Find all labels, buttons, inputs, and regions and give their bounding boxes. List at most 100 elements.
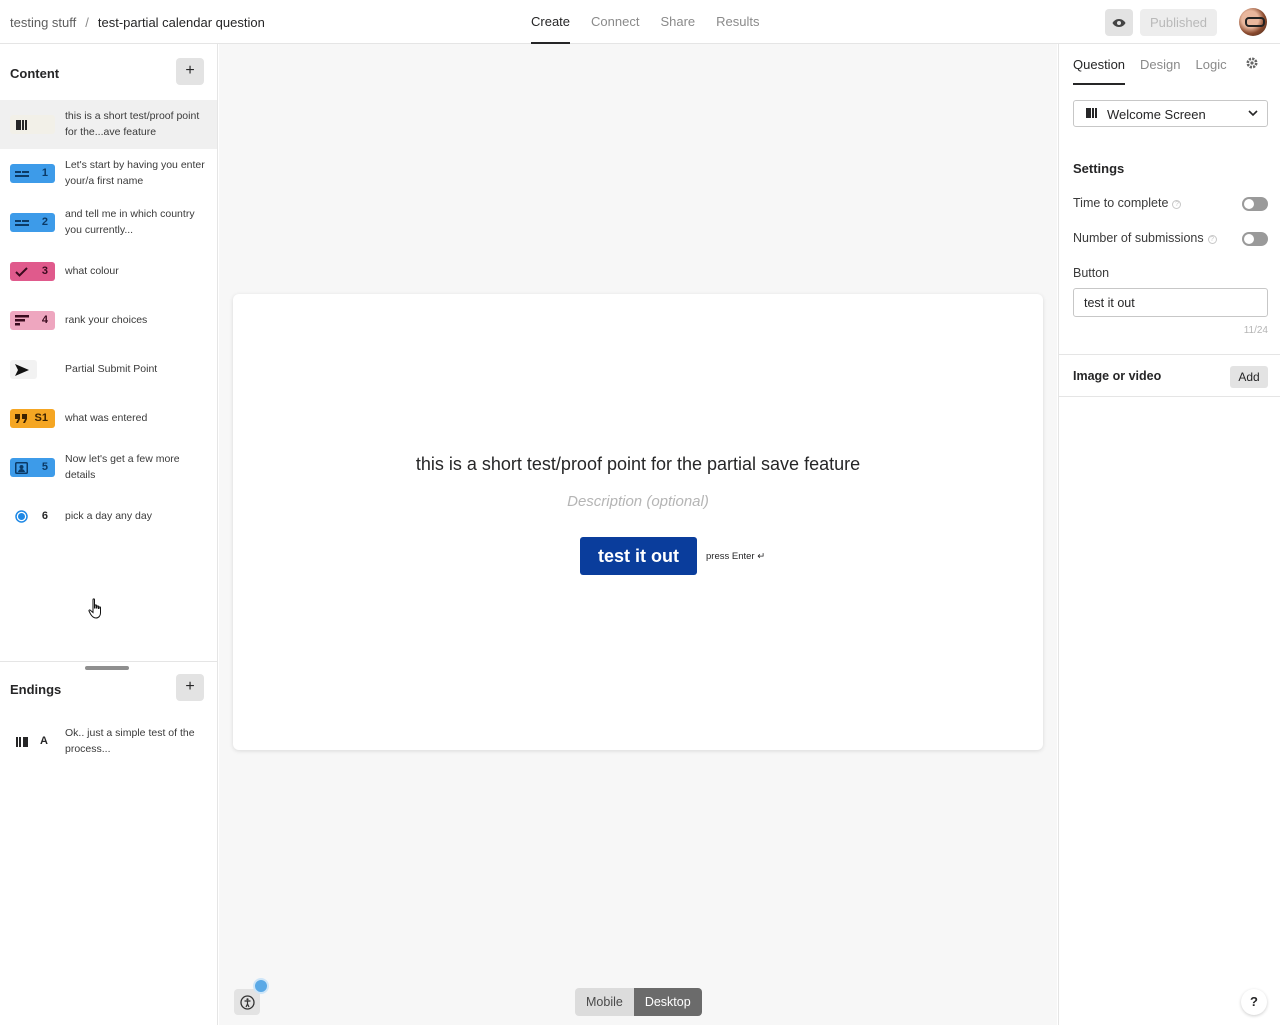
item-badge: [10, 115, 55, 134]
image-or-video-label: Image or video: [1073, 369, 1162, 383]
number-of-submissions-setting: Number of submissions?: [1073, 229, 1268, 249]
add-content-button[interactable]: +: [176, 58, 204, 85]
welcome-screen-icon: [16, 119, 27, 130]
endings-title: Endings: [10, 682, 62, 697]
item-number: A: [40, 735, 48, 747]
item-label: this is a short test/proof point for the…: [65, 110, 200, 138]
item-number: 4: [41, 314, 48, 326]
endings-section-header: Endings +: [0, 674, 218, 704]
start-button[interactable]: test it out: [580, 537, 697, 575]
avatar[interactable]: [1239, 8, 1267, 36]
tab-results[interactable]: Results: [716, 0, 759, 44]
welcome-description[interactable]: Description (optional): [233, 493, 1043, 510]
item-badge: 1: [10, 164, 55, 183]
breadcrumb-separator: /: [85, 15, 89, 30]
item-badge: 4: [10, 311, 55, 330]
item-badge: S1: [10, 409, 55, 428]
tab-connect[interactable]: Connect: [591, 0, 639, 44]
help-button[interactable]: ?: [1241, 989, 1267, 1015]
quote-icon: [15, 414, 27, 423]
tab-share[interactable]: Share: [660, 0, 695, 44]
chevron-down-icon: [1248, 110, 1258, 117]
panel-divider: [1059, 354, 1280, 355]
item-number: 1: [41, 167, 48, 179]
item-badge: 5: [10, 458, 55, 477]
time-to-complete-toggle[interactable]: [1242, 197, 1268, 211]
breadcrumb-workspace[interactable]: testing stuff: [10, 15, 76, 30]
form-preview-canvas: this is a short test/proof point for the…: [219, 44, 1057, 1025]
item-label: what was entered: [65, 412, 148, 424]
panel-divider: [1059, 396, 1280, 397]
tab-create[interactable]: Create: [531, 0, 570, 44]
ending-screen-icon: [16, 736, 28, 747]
item-badge: 6: [10, 507, 55, 526]
welcome-title[interactable]: this is a short test/proof point for the…: [233, 454, 1043, 475]
settings-heading: Settings: [1073, 161, 1125, 176]
content-item-s1[interactable]: S1 what was entered: [0, 394, 217, 443]
add-media-button[interactable]: Add: [1230, 366, 1268, 388]
content-item-2[interactable]: 2 and tell me in which country you curre…: [0, 198, 217, 247]
content-item-partial-submit[interactable]: Partial Submit Point: [0, 345, 217, 394]
press-enter-hint: press Enter ↵: [706, 551, 766, 562]
main-nav-tabs: Create Connect Share Results: [531, 0, 781, 44]
content-item-5[interactable]: 5 Now let's get a few more details: [0, 443, 217, 492]
resize-handle[interactable]: [85, 666, 129, 670]
send-icon: [15, 363, 29, 376]
number-of-submissions-toggle[interactable]: [1242, 232, 1268, 246]
welcome-screen-card[interactable]: this is a short test/proof point for the…: [233, 294, 1043, 750]
short-text-icon: [15, 170, 29, 177]
device-view-toggle: Mobile Desktop: [575, 988, 702, 1016]
tab-design[interactable]: Design: [1140, 44, 1180, 85]
time-to-complete-label: Time to complete?: [1073, 196, 1182, 210]
breadcrumb: testing stuff / test-partial calendar ques…: [10, 15, 265, 30]
section-divider: [0, 661, 217, 662]
item-badge: 2: [10, 213, 55, 232]
character-counter: 11/24: [1243, 325, 1268, 336]
desktop-view-button[interactable]: Desktop: [633, 988, 702, 1016]
item-label: Partial Submit Point: [65, 363, 158, 375]
hand-cursor-icon: [88, 598, 101, 619]
mobile-view-button[interactable]: Mobile: [575, 988, 634, 1016]
content-item-3[interactable]: 3 what colour: [0, 247, 217, 296]
button-text-input[interactable]: [1073, 288, 1268, 317]
content-item-welcome[interactable]: this is a short test/proof point for the…: [0, 100, 217, 149]
content-item-6[interactable]: 6 pick a day any day: [0, 492, 217, 541]
item-label: pick a day any day: [65, 510, 152, 522]
item-number: 3: [41, 265, 48, 277]
accessibility-icon: [239, 994, 255, 1010]
item-label: rank your choices: [65, 314, 148, 326]
welcome-screen-icon: [1086, 108, 1097, 118]
gear-icon[interactable]: [1245, 56, 1259, 70]
content-sidebar: Content + this is a short test/proof poi…: [0, 44, 218, 1025]
content-item-1[interactable]: 1 Let's start by having you enter your/a…: [0, 149, 217, 198]
ending-item-a[interactable]: A Ok.. just a simple test of the process…: [0, 717, 217, 766]
tab-question[interactable]: Question: [1073, 44, 1125, 85]
content-title: Content: [10, 66, 60, 81]
info-icon[interactable]: ?: [1172, 200, 1182, 209]
publish-button[interactable]: Published: [1140, 9, 1217, 36]
add-ending-button[interactable]: +: [176, 674, 204, 701]
button-text-label: Button: [1073, 266, 1110, 280]
contact-card-icon: [15, 461, 28, 474]
content-item-4[interactable]: 4 rank your choices: [0, 296, 217, 345]
item-label: what colour: [65, 265, 119, 277]
item-label: Let's start by having you enter your/a f…: [65, 159, 205, 187]
short-text-icon: [15, 219, 29, 226]
tab-logic[interactable]: Logic: [1196, 44, 1227, 85]
block-type-select[interactable]: Welcome Screen: [1073, 100, 1268, 127]
block-type-label: Welcome Screen: [1107, 107, 1206, 122]
properties-panel: Question Design Logic Welcome Screen Set…: [1058, 44, 1280, 1025]
breadcrumb-form-name[interactable]: test-partial calendar question: [98, 15, 265, 30]
radio-icon: [15, 510, 28, 523]
ranking-icon: [15, 315, 29, 326]
item-number: 5: [41, 461, 48, 473]
content-section-header: Content +: [0, 58, 218, 88]
item-label: Ok.. just a simple test of the process..…: [65, 727, 195, 755]
notification-dot: [253, 978, 269, 994]
info-icon[interactable]: ?: [1207, 235, 1217, 244]
top-bar: testing stuff / test-partial calendar ques…: [0, 0, 1280, 44]
item-number: S1: [34, 412, 48, 424]
item-number: 2: [41, 216, 48, 228]
checkmark-icon: [15, 266, 28, 277]
preview-button[interactable]: [1105, 9, 1133, 36]
